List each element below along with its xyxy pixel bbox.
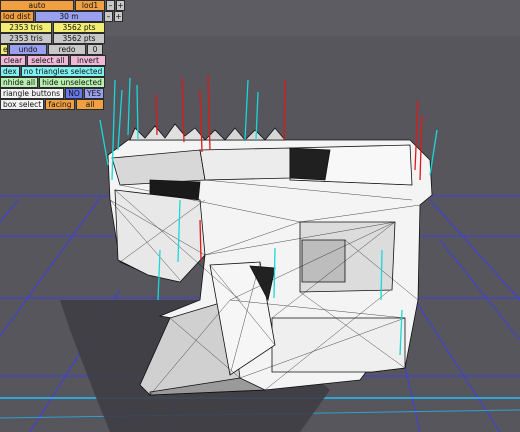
mode-row-label: e	[0, 44, 8, 55]
box-select-label: box select :	[0, 99, 44, 110]
lod-plus-button[interactable]: +	[116, 0, 125, 11]
select-all-button[interactable]: select all	[27, 55, 69, 66]
undo-count: 0	[87, 44, 103, 55]
triangle-buttons-no[interactable]: NO	[65, 88, 83, 99]
index-row: dex no triangles selected	[0, 66, 134, 77]
all-button[interactable]: all	[76, 99, 104, 110]
lod-dist-row: lod dist 30 m – +	[0, 11, 134, 22]
facing-button[interactable]: facing	[45, 99, 75, 110]
clear-button[interactable]: clear	[0, 55, 26, 66]
triangle-buttons-row: riangle buttons : NO YES	[0, 88, 134, 99]
lod-dist-plus-button[interactable]: +	[114, 11, 123, 22]
stats-row-2: 2353 tris 3562 pts	[0, 33, 134, 44]
lod-dist-minus-button[interactable]: –	[104, 11, 113, 22]
lod-minus-button[interactable]: –	[106, 0, 115, 11]
tris-count: 2353 tris	[0, 33, 52, 44]
mode-button[interactable]: auto	[0, 0, 74, 11]
lod-dist-value[interactable]: 30 m	[35, 11, 103, 22]
pts-count: 3562 pts	[53, 22, 105, 33]
undo-button[interactable]: undo	[9, 44, 47, 55]
unhide-all-button[interactable]: nhide all	[0, 77, 38, 88]
index-value: no triangles selected	[21, 66, 105, 77]
selection-row: clear select all invert	[0, 55, 134, 66]
mesh-model[interactable]	[107, 123, 433, 396]
tris-count: 2353 tris	[0, 22, 52, 33]
lod-dist-label: lod dist	[0, 11, 34, 22]
triangle-buttons-yes[interactable]: YES	[84, 88, 104, 99]
hide-row: nhide all hide unselected	[0, 77, 134, 88]
invert-button[interactable]: invert	[70, 55, 106, 66]
lod-row: auto lod1 – +	[0, 0, 134, 11]
pts-count: 3562 pts	[53, 33, 105, 44]
stats-row-1: 2353 tris 3562 pts	[0, 22, 134, 33]
lod-button[interactable]: lod1	[75, 0, 105, 11]
box-select-row: box select : facing all	[0, 99, 134, 110]
undo-row: e undo redo 0	[0, 44, 134, 55]
hide-unselected-button[interactable]: hide unselected	[39, 77, 105, 88]
tool-panel: auto lod1 – + lod dist 30 m – + 2353 tri…	[0, 0, 134, 110]
redo-button[interactable]: redo	[48, 44, 86, 55]
index-label: dex	[0, 66, 20, 77]
triangle-buttons-label: riangle buttons :	[0, 88, 64, 99]
